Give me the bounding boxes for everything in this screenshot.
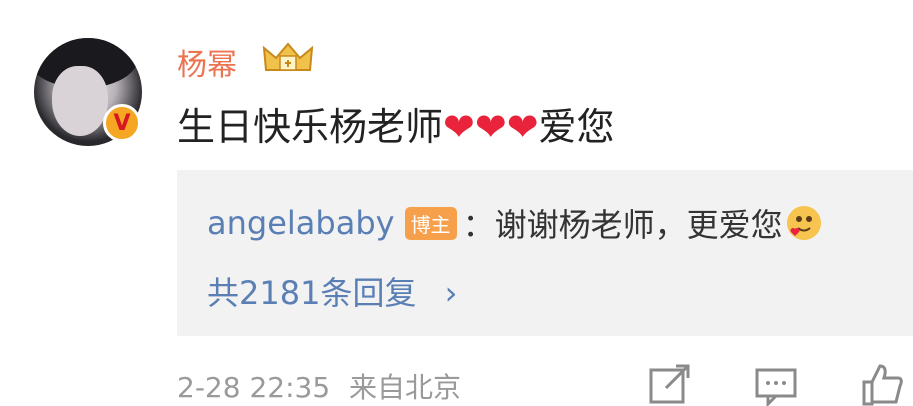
comment-location: 来自北京	[349, 371, 462, 404]
avatar-face	[52, 66, 108, 136]
author-tag-badge: 博主	[404, 206, 457, 240]
crown-icon	[262, 42, 314, 71]
reply-box[interactable]: angelababy 博主 ： 谢谢杨老师，更爱您 共2181条回复 ›	[177, 170, 913, 336]
verified-badge-icon: V	[103, 104, 141, 142]
reply-line: angelababy 博主 ： 谢谢杨老师，更爱您	[207, 200, 821, 246]
chevron-right-icon: ›	[444, 274, 458, 312]
reply-text: 谢谢杨老师，更爱您	[494, 206, 783, 244]
comment-text: 生日快乐杨老师❤❤❤爱您	[177, 96, 615, 151]
heart-icon: ❤	[443, 105, 475, 149]
comment-icon[interactable]	[754, 362, 798, 406]
reply-username[interactable]: angelababy	[207, 204, 395, 242]
reply-separator: ：	[462, 206, 495, 244]
reply-count-text[interactable]: 共2181条回复	[207, 274, 416, 312]
like-icon[interactable]	[860, 362, 904, 406]
comment-meta: 2-28 22:35 来自北京	[177, 366, 461, 406]
heart-icon: ❤	[474, 105, 507, 149]
share-icon[interactable]	[648, 362, 692, 406]
comment-text-before: 生日快乐杨老师	[177, 105, 444, 149]
comment-username[interactable]: 杨幂	[177, 40, 237, 84]
comment-text-after: 爱您	[538, 105, 615, 149]
heart-icon: ❤	[506, 105, 539, 149]
comment-datetime: 2-28 22:35	[177, 371, 331, 404]
smile-emoji-icon	[786, 206, 821, 240]
reply-count-link[interactable]: 共2181条回复 ›	[207, 268, 457, 314]
